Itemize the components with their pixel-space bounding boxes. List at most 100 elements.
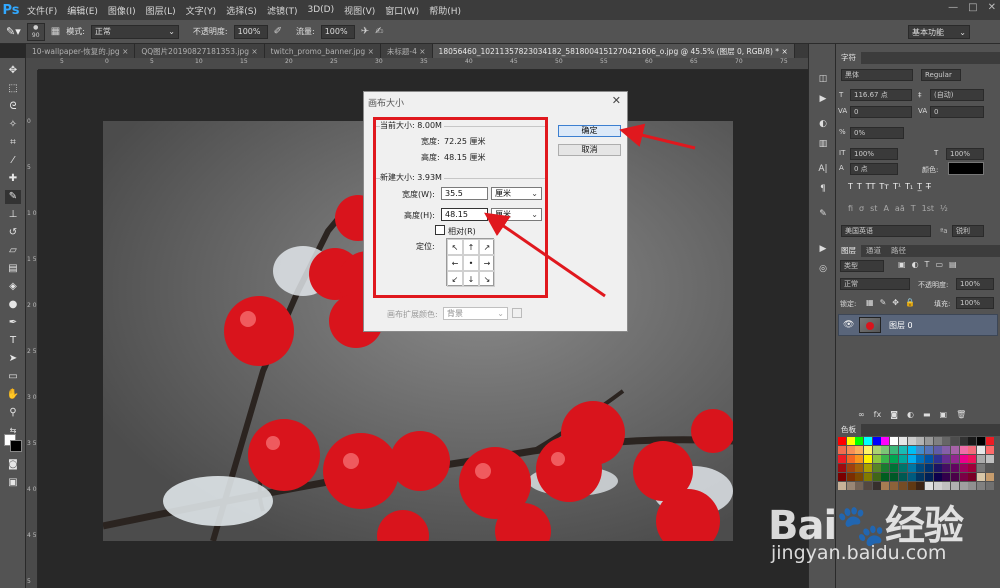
magic-wand-icon[interactable]: ✧ [5,118,21,132]
text-color-swatch[interactable] [948,162,984,175]
color-swatch[interactable] [838,437,846,445]
quick-mask-icon[interactable]: ◙ [5,458,21,472]
move-tool-icon[interactable]: ✥ [5,64,21,78]
adjust-filter-icon[interactable]: ◐ [912,260,919,269]
color-swatch[interactable] [985,437,994,445]
color-swatch[interactable] [933,446,942,454]
color-swatch[interactable] [977,464,985,472]
actions-icon[interactable]: ▶ [816,94,830,106]
color-swatch[interactable] [959,473,968,481]
color-swatch[interactable] [855,482,864,490]
color-swatch[interactable] [898,455,907,463]
color-swatch[interactable] [846,446,855,454]
color-swatch[interactable] [898,473,907,481]
color-swatch[interactable] [907,455,916,463]
close-icon[interactable]: × [419,47,425,56]
color-swatch[interactable] [881,464,890,472]
tab-doc-2[interactable]: QQ图片20190827181353.jpg × [135,44,265,58]
titling-icon[interactable]: T [911,204,916,213]
menu-3d[interactable]: 3D(D) [302,5,339,15]
subscript-icon[interactable]: T₁ [905,182,913,191]
color-swatch[interactable] [959,482,968,490]
color-swatch[interactable] [950,482,959,490]
color-swatch[interactable] [942,464,951,472]
color-swatch[interactable] [933,455,942,463]
color-swatch[interactable] [846,455,855,463]
font-style-select[interactable]: Regular [921,69,961,81]
color-swatch[interactable] [985,446,994,454]
swash-icon[interactable]: st [870,204,877,213]
close-icon[interactable]: × [122,47,128,56]
tab-layers[interactable]: 图层 [836,245,861,257]
opacity-field[interactable]: 100% [233,24,268,39]
color-swatch[interactable] [950,437,959,445]
color-swatch[interactable] [942,446,951,454]
color-swatch[interactable] [968,473,977,481]
underline-icon[interactable]: T̲ [917,182,922,191]
close-icon[interactable]: × [368,47,374,56]
fractions-icon[interactable]: 1st [922,204,934,213]
color-swatch[interactable] [968,446,977,454]
ordinals-icon[interactable]: aā [895,204,905,213]
hand-tool-icon[interactable]: ✋ [5,388,21,402]
ligature-icon[interactable]: fi [848,204,853,213]
color-swatch[interactable] [933,464,942,472]
crop-tool-icon[interactable]: ⌗ [5,136,21,150]
layer-opacity-field[interactable]: 100% [956,278,994,290]
leading-field[interactable]: (自动) [930,89,984,101]
delete-layer-icon[interactable]: 🗑 [956,410,966,419]
width-unit-select[interactable]: 厘米 ⌄ [491,187,542,200]
close-icon[interactable]: × [251,47,257,56]
airbrush-icon[interactable]: ✈ [361,26,369,37]
minimize-button[interactable]: — [948,2,958,13]
color-swatch[interactable] [872,473,881,481]
anchor-bottom-left[interactable]: ↙ [447,271,463,287]
small-caps-icon[interactable]: Tт [879,182,889,191]
brush-panel-icon[interactable]: ▦ [51,26,60,37]
anchor-top-left[interactable]: ↖ [447,239,463,255]
anchor-top-right[interactable]: ↗ [479,239,495,255]
old-style-icon[interactable]: σ [859,204,864,213]
close-button[interactable]: ✕ [988,2,996,13]
healing-brush-icon[interactable]: ✚ [5,172,21,186]
color-swatch[interactable] [881,473,890,481]
blend-mode-select[interactable]: 正常 [840,278,910,290]
color-swatch[interactable] [898,446,907,454]
color-swatch[interactable] [985,464,994,472]
color-swatch[interactable] [864,482,873,490]
color-swatch[interactable] [881,482,890,490]
color-swatch[interactable] [942,482,951,490]
shape-filter-icon[interactable]: ▭ [935,260,943,269]
alternates-icon[interactable]: A [883,204,888,213]
color-swatch[interactable] [890,464,899,472]
tab-doc-3[interactable]: twitch_promo_banner.jpg × [264,44,381,58]
anchor-left[interactable]: ← [447,255,463,271]
tab-swatches[interactable]: 色板 [836,424,861,436]
color-swatch[interactable] [985,482,994,490]
color-swatch[interactable] [924,482,933,490]
workspace-select[interactable]: 基本功能 ⌄ [908,25,970,39]
pressure-opacity-icon[interactable]: ✐ [274,26,282,37]
lock-pixels-icon[interactable]: ✎ [880,298,887,307]
horizontal-scale-field[interactable]: 100% [946,148,984,160]
screen-mode-icon[interactable]: ▣ [5,476,21,490]
dodge-tool-icon[interactable]: ● [5,298,21,312]
color-swatch[interactable] [907,482,916,490]
color-swatch[interactable] [916,464,925,472]
type-tool-icon[interactable]: T [5,334,21,348]
menu-window[interactable]: 窗口(W) [380,4,424,17]
color-swatch[interactable] [907,473,916,481]
color-swatch[interactable] [872,446,881,454]
color-swatch[interactable] [898,437,907,445]
anchor-bottom[interactable]: ↓ [463,271,479,287]
color-swatch[interactable] [846,464,855,472]
color-swatch[interactable] [881,446,890,454]
color-swatch[interactable] [838,473,846,481]
color-swatch[interactable] [977,446,985,454]
character-icon[interactable]: A| [816,164,830,176]
lock-all-icon[interactable]: 🔒 [905,298,915,307]
blur-tool-icon[interactable]: ◈ [5,280,21,294]
smart-filter-icon[interactable]: ▤ [949,260,957,269]
fill-field[interactable]: 100% [956,297,994,309]
vertical-scale-field[interactable]: 100% [850,148,898,160]
